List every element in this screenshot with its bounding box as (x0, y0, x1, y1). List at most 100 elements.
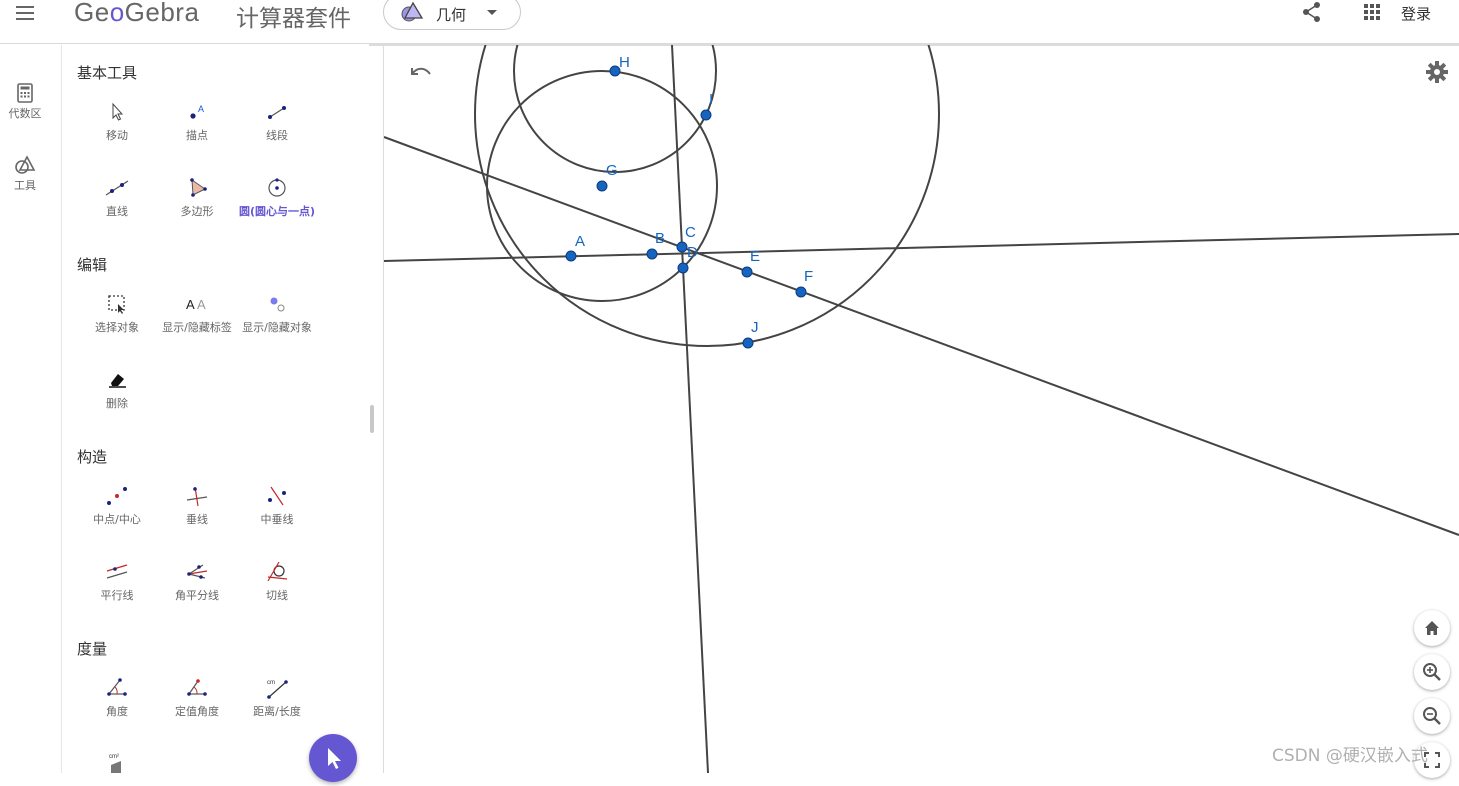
tool-circle-center-point[interactable]: 圆(圆心与一点) (237, 177, 317, 237)
tool-label: 直线 (106, 205, 128, 218)
area-icon-text: cm² (109, 754, 119, 760)
object-toggle-icon (270, 297, 285, 312)
rail-item-algebra[interactable]: 代数区 (0, 83, 50, 121)
tool-point[interactable]: A 描点 (157, 101, 237, 161)
tool-show-hide-object[interactable]: 显示/隐藏对象 (237, 293, 317, 353)
fixed-angle-icon (187, 679, 207, 696)
geometry-canvas[interactable]: A B CD E F G H I J (384, 45, 1459, 773)
point-label-H: H (619, 54, 630, 71)
tools-panel: 基本工具 移动 A 描点 线段 直线 多边形 圆(圆心与一点) 编辑 选择对象 … (62, 45, 384, 773)
point-B[interactable] (646, 248, 658, 260)
line-DE[interactable] (384, 136, 1459, 536)
point-label-I: I (709, 91, 713, 108)
tool-angle[interactable]: 角度 (77, 677, 157, 737)
polygon-icon (190, 178, 207, 197)
circle-icon (268, 178, 286, 197)
tool-label: 多边形 (180, 205, 214, 218)
home-view-button[interactable] (1414, 610, 1450, 646)
point-label-B: B (655, 230, 665, 247)
cursor-arrow-icon (328, 748, 341, 769)
tool-angle-bisector[interactable]: 角平分线 (157, 561, 237, 621)
tangent-icon (267, 561, 288, 582)
tool-perpendicular[interactable]: 垂线 (157, 485, 237, 545)
tools-scrollbar[interactable] (370, 405, 374, 433)
tool-segment[interactable]: 线段 (237, 101, 317, 161)
zoom-in-button[interactable] (1414, 654, 1450, 690)
tool-tangent[interactable]: 切线 (237, 561, 317, 621)
home-icon (1425, 621, 1439, 635)
section-title-edit: 编辑 (77, 256, 108, 274)
tool-label: 显示/隐藏标签 (162, 321, 232, 334)
perpendicular-bisector-icon (268, 486, 286, 506)
zoom-in-icon (1423, 663, 1441, 681)
tool-line[interactable]: 直线 (77, 177, 157, 237)
tool-area[interactable]: cm² (77, 751, 157, 773)
eraser-icon (109, 374, 126, 388)
tool-label: 描点 (186, 129, 208, 142)
tool-perpendicular-bisector[interactable]: 中垂线 (237, 485, 317, 545)
svg-text:cm: cm (267, 680, 275, 686)
rail-item-tools[interactable]: 工具 (0, 155, 50, 193)
share-icon[interactable] (1301, 1, 1323, 23)
geogebra-logo: GeoGebra (74, 0, 200, 27)
tool-delete[interactable]: 删除 (77, 369, 157, 429)
tool-select[interactable]: 选择对象 (77, 293, 157, 353)
point-F[interactable] (795, 286, 807, 298)
tool-label: 选择对象 (95, 321, 139, 334)
undo-icon[interactable] (408, 62, 434, 82)
point-E[interactable] (741, 266, 753, 278)
tool-parallel[interactable]: 平行线 (77, 561, 157, 621)
tool-midpoint[interactable]: 中点/中心 (77, 485, 157, 545)
line-icon (105, 180, 129, 196)
tool-move[interactable]: 移动 (77, 101, 157, 161)
point-label-A: A (575, 233, 585, 250)
tool-distance[interactable]: cm 距离/长度 (237, 677, 317, 737)
tool-label-active: 圆(圆心与一点) (238, 205, 316, 218)
parallel-line-icon (106, 564, 128, 579)
section-title-basic: 基本工具 (77, 64, 138, 82)
point-G[interactable] (596, 180, 608, 192)
tool-label: 切线 (266, 589, 288, 602)
move-tool-fab-button[interactable] (309, 734, 357, 782)
tool-label: 距离/长度 (253, 705, 301, 718)
segment-icon (268, 106, 286, 119)
midpoint-icon (107, 487, 127, 505)
rail-label-algebra: 代数区 (8, 107, 42, 120)
suite-title: 计算器套件 (236, 6, 351, 32)
point-D[interactable] (677, 262, 689, 274)
tool-show-hide-label[interactable]: AA 显示/隐藏标签 (157, 293, 237, 353)
tool-label: 移动 (106, 129, 128, 142)
login-button[interactable]: 登录 (1401, 3, 1431, 24)
zoom-out-button[interactable] (1414, 698, 1450, 734)
point-C[interactable] (676, 241, 688, 253)
distance-icon: cm (267, 680, 288, 699)
section-title-construct: 构造 (77, 448, 108, 466)
chevron-down-icon (487, 10, 497, 15)
app-selector-label: 几何 (436, 6, 467, 24)
tool-label: 角平分线 (175, 589, 219, 602)
perpendicular-line-icon (186, 486, 208, 507)
line-CD[interactable] (671, 45, 709, 773)
shapes-icon (15, 155, 36, 174)
tool-label: 角度 (106, 705, 128, 718)
menu-icon[interactable] (14, 3, 38, 23)
point-label-F: F (804, 268, 813, 285)
section-title-measure: 度量 (77, 640, 108, 658)
top-bar: GeoGebra 计算器套件 几何 登录 (0, 0, 1459, 44)
line-AB[interactable] (384, 233, 1459, 262)
area-icon: cm² (109, 754, 121, 773)
tool-polygon[interactable]: 多边形 (157, 177, 237, 237)
app-selector-dropdown[interactable]: 几何 (383, 0, 521, 30)
tool-fixed-angle[interactable]: 定值角度 (157, 677, 237, 737)
point-label-G: G (606, 162, 618, 179)
point-J[interactable] (742, 337, 754, 349)
point-A[interactable] (565, 250, 577, 262)
settings-gear-icon[interactable] (1425, 60, 1449, 84)
point-I[interactable] (700, 109, 712, 121)
apps-grid-icon[interactable] (1363, 3, 1381, 21)
cursor-arrow-icon (112, 102, 124, 121)
point-label-D: D (687, 244, 698, 261)
tool-label: 线段 (266, 129, 288, 142)
label-toggle-icon: AA (186, 297, 206, 312)
tool-label: 定值角度 (175, 705, 219, 718)
